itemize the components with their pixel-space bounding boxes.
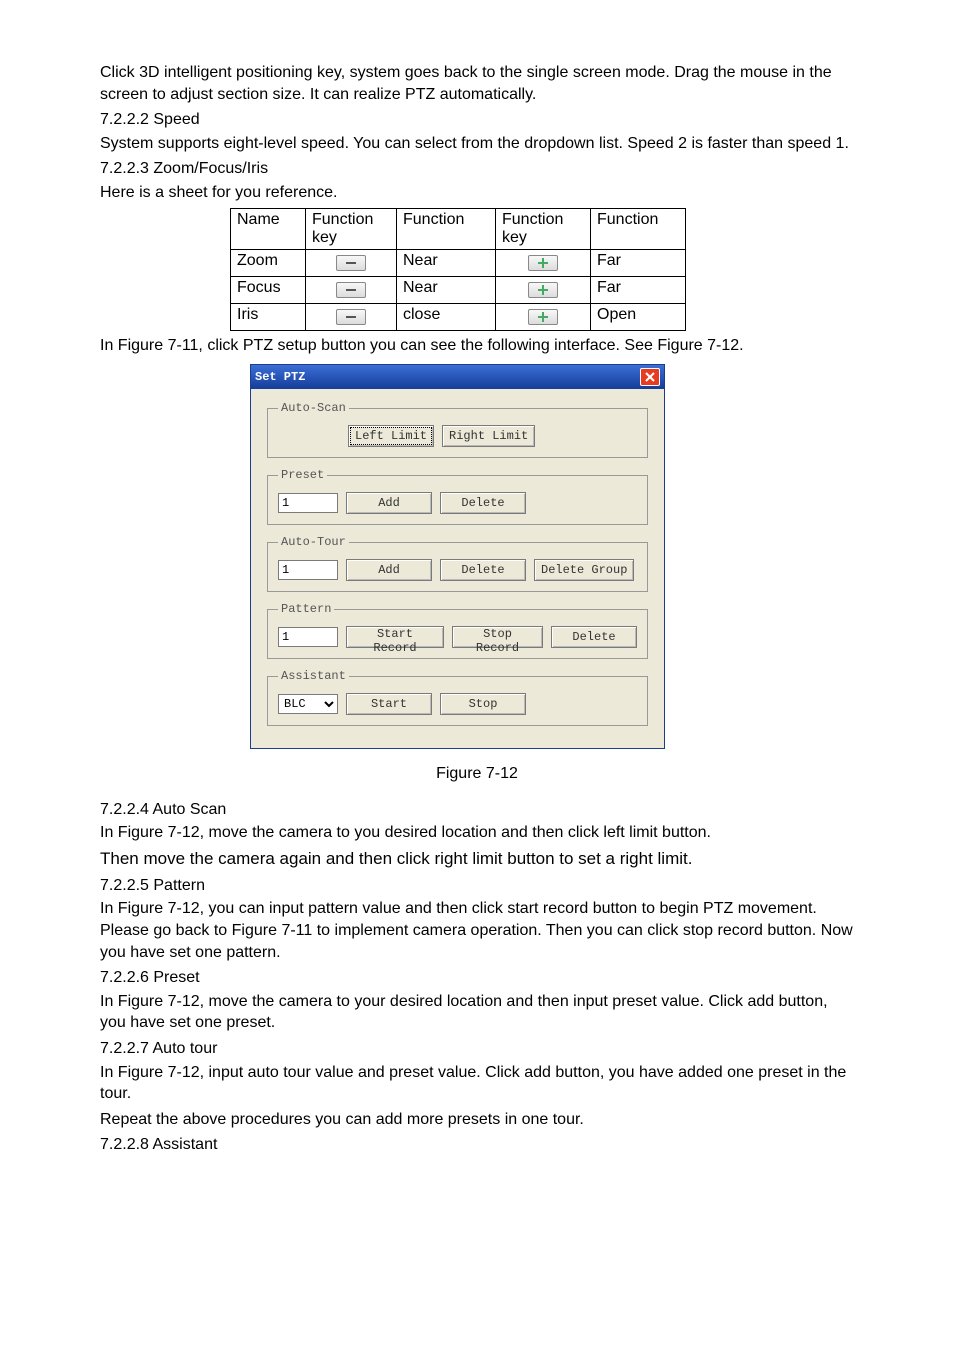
autotour-delete-button[interactable]: Delete xyxy=(440,559,526,581)
autotour-add-button[interactable]: Add xyxy=(346,559,432,581)
autoscan-text2: Then move the camera again and then clic… xyxy=(100,848,854,871)
preset-legend: Preset xyxy=(278,468,327,482)
cell-func: Far xyxy=(591,276,686,303)
minus-icon xyxy=(336,255,366,271)
autoscan-text1: In Figure 7-12, move the camera to you d… xyxy=(100,822,854,844)
preset-group: Preset Add Delete xyxy=(267,468,648,525)
heading-7-2-2-6: 7.2.2.6 Preset xyxy=(100,967,854,989)
pattern-input[interactable] xyxy=(278,627,338,647)
plus-icon xyxy=(528,255,558,271)
heading-7-2-2-2: 7.2.2.2 Speed xyxy=(100,109,854,131)
reference-table: Name Function key Function Function key … xyxy=(230,208,686,331)
heading-7-2-2-4: 7.2.2.4 Auto Scan xyxy=(100,799,854,821)
autotour-text1: In Figure 7-12, input auto tour value an… xyxy=(100,1062,854,1105)
autotour-group: Auto-Tour Add Delete Delete Group xyxy=(267,535,648,592)
pattern-text: In Figure 7-12, you can input pattern va… xyxy=(100,898,854,963)
cell-name: Iris xyxy=(231,303,306,330)
right-limit-button[interactable]: Right Limit xyxy=(442,425,535,447)
table-row: Name Function key Function Function key … xyxy=(231,208,686,249)
close-button[interactable] xyxy=(640,368,660,386)
heading-7-2-2-8: 7.2.2.8 Assistant xyxy=(100,1134,854,1156)
cell-name: Zoom xyxy=(231,249,306,276)
preset-delete-button[interactable]: Delete xyxy=(440,492,526,514)
table-row: Focus Near Far xyxy=(231,276,686,303)
assistant-select[interactable]: BLC xyxy=(278,694,338,714)
assistant-legend: Assistant xyxy=(278,669,349,683)
figure-7-12-label: Figure 7-12 xyxy=(100,763,854,785)
autoscan-group: Auto-Scan Left Limit Right Limit xyxy=(267,401,648,458)
dialog-titlebar: Set PTZ xyxy=(251,365,664,389)
pattern-legend: Pattern xyxy=(278,602,334,616)
th-fkey2: Function key xyxy=(496,208,591,249)
preset-input[interactable] xyxy=(278,493,338,513)
cell-func: Near xyxy=(397,249,496,276)
table-row: Iris close Open xyxy=(231,303,686,330)
after-table-text: In Figure 7-11, click PTZ setup button y… xyxy=(100,335,854,357)
cell-func: Near xyxy=(397,276,496,303)
autotour-input[interactable] xyxy=(278,560,338,580)
heading-7-2-2-3: 7.2.2.3 Zoom/Focus/Iris xyxy=(100,158,854,180)
plus-icon xyxy=(528,309,558,325)
minus-icon xyxy=(336,282,366,298)
cell-func: Far xyxy=(591,249,686,276)
assistant-start-button[interactable]: Start xyxy=(346,693,432,715)
cell-name: Focus xyxy=(231,276,306,303)
preset-add-button[interactable]: Add xyxy=(346,492,432,514)
dialog-title: Set PTZ xyxy=(255,370,640,384)
plus-icon xyxy=(528,282,558,298)
set-ptz-dialog: Set PTZ Auto-Scan Left Limit Right Limit… xyxy=(250,364,665,749)
autotour-delete-group-button[interactable]: Delete Group xyxy=(534,559,634,581)
heading-7-2-2-5: 7.2.2.5 Pattern xyxy=(100,875,854,897)
cell-func: close xyxy=(397,303,496,330)
close-icon xyxy=(645,372,655,382)
autotour-text2: Repeat the above procedures you can add … xyxy=(100,1109,854,1131)
autotour-legend: Auto-Tour xyxy=(278,535,349,549)
cell-func: Open xyxy=(591,303,686,330)
minus-icon xyxy=(336,309,366,325)
pattern-group: Pattern Start Record Stop Record Delete xyxy=(267,602,648,659)
intro-text: Click 3D intelligent positioning key, sy… xyxy=(100,62,854,105)
assistant-group: Assistant BLC Start Stop xyxy=(267,669,648,726)
speed-text: System supports eight-level speed. You c… xyxy=(100,133,854,155)
th-fkey1: Function key xyxy=(306,208,397,249)
stop-record-button[interactable]: Stop Record xyxy=(452,626,543,648)
th-func2: Function xyxy=(591,208,686,249)
preset-text: In Figure 7-12, move the camera to your … xyxy=(100,991,854,1034)
reference-intro: Here is a sheet for you reference. xyxy=(100,182,854,204)
left-limit-button[interactable]: Left Limit xyxy=(348,425,434,447)
start-record-button[interactable]: Start Record xyxy=(346,626,444,648)
table-row: Zoom Near Far xyxy=(231,249,686,276)
th-func1: Function xyxy=(397,208,496,249)
pattern-delete-button[interactable]: Delete xyxy=(551,626,637,648)
heading-7-2-2-7: 7.2.2.7 Auto tour xyxy=(100,1038,854,1060)
assistant-stop-button[interactable]: Stop xyxy=(440,693,526,715)
th-name: Name xyxy=(231,208,306,249)
autoscan-legend: Auto-Scan xyxy=(278,401,349,415)
